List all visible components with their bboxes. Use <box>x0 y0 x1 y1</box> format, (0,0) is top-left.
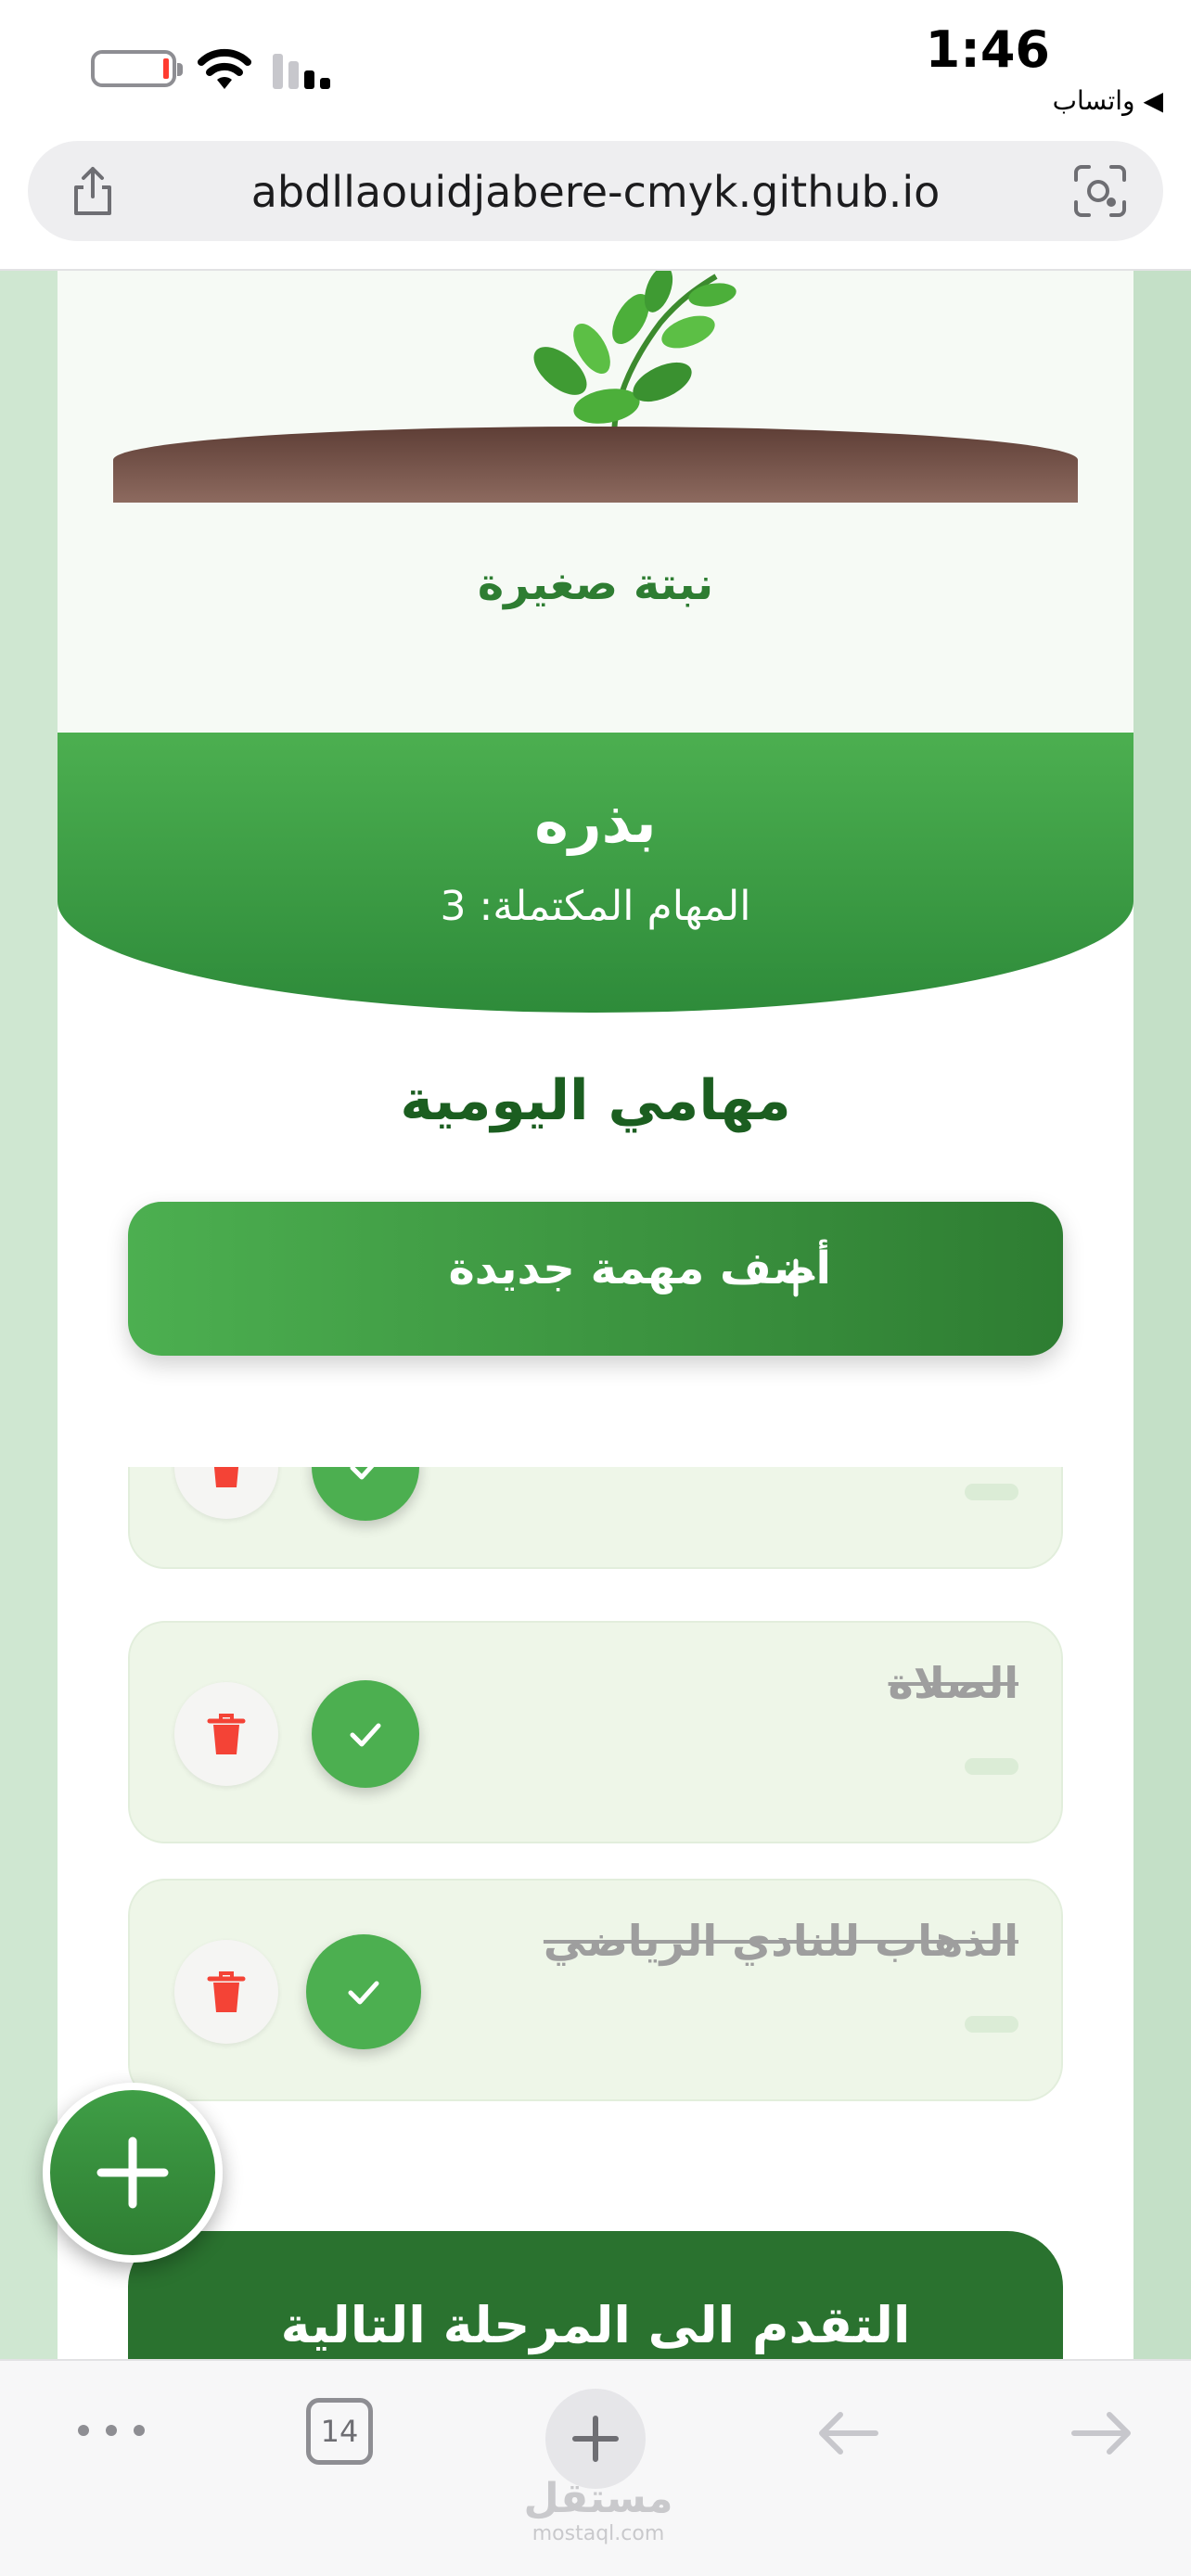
wifi-icon <box>198 48 251 89</box>
task-list: الصلاة الذهاب للنادي الرياضي <box>58 1467 1133 2359</box>
soil-image <box>113 427 1078 503</box>
watermark: مستقل mostaql.com <box>519 2476 677 2546</box>
plant-display: نبتة صغيرة <box>58 271 1133 734</box>
delete-task-button[interactable] <box>174 1467 278 1519</box>
back-to-app-link[interactable]: ◀ واتساب <box>1053 85 1163 116</box>
task-meta-pill <box>965 2016 1018 2033</box>
url-text[interactable]: abdllaouidjabere-cmyk.github.io <box>28 167 1163 217</box>
task-title: الصلاة <box>888 1658 1018 1708</box>
page-background-right <box>1132 271 1191 2359</box>
floating-add-button[interactable] <box>43 2083 223 2263</box>
back-arrow-icon[interactable] <box>814 2409 881 2457</box>
complete-task-button[interactable] <box>306 1934 421 2049</box>
web-content: نبتة صغيرة بذره المهام المكتملة: 3 مهامي… <box>0 271 1191 2359</box>
status-time: 1:46 <box>925 20 1050 79</box>
delete-task-button[interactable] <box>174 1940 278 2044</box>
complete-task-button[interactable] <box>312 1467 419 1521</box>
completed-count: المهام المكتملة: 3 <box>440 883 751 930</box>
trash-icon <box>207 1714 246 1754</box>
cellular-signal-icon <box>273 50 338 89</box>
task-item <box>128 1467 1063 1569</box>
visual-lookup-icon[interactable] <box>1070 163 1130 219</box>
check-icon <box>350 1723 381 1747</box>
complete-task-button[interactable] <box>312 1680 419 1788</box>
plant-stage-label: نبتة صغيرة <box>477 558 714 610</box>
battery-icon <box>91 50 183 87</box>
address-bar[interactable]: abdllaouidjabere-cmyk.github.io <box>28 141 1163 241</box>
new-tab-button[interactable] <box>545 2389 646 2489</box>
plus-icon <box>96 2136 169 2209</box>
tasks-heading: مهامي اليومية <box>400 1068 791 1133</box>
banner-title: بذره <box>534 788 657 856</box>
plant-image <box>533 271 736 433</box>
task-meta-pill <box>965 1758 1018 1775</box>
plus-icon <box>572 2416 619 2462</box>
watermark-arabic: مستقل <box>523 2475 673 2522</box>
plus-icon <box>776 1258 815 1297</box>
browser-toolbar: 14 مستقل mostaql.com <box>0 2359 1191 2576</box>
task-item: الذهاب للنادي الرياضي <box>128 1879 1063 2101</box>
watermark-latin: mostaql.com <box>531 2522 665 2545</box>
progress-banner: بذره المهام المكتملة: 3 <box>58 733 1133 1013</box>
check-icon <box>350 1467 375 1480</box>
task-item: الصلاة <box>128 1621 1063 1843</box>
app-container: نبتة صغيرة بذره المهام المكتملة: 3 مهامي… <box>58 271 1133 2359</box>
status-bar: 1:46 ◀ واتساب <box>0 0 1191 139</box>
task-title: الذهاب للنادي الرياضي <box>543 1916 1018 1966</box>
check-icon <box>348 1981 379 2005</box>
next-stage-label: التقدم الى المرحلة التالية <box>280 2296 911 2354</box>
trash-icon <box>213 1467 239 1487</box>
next-stage-button[interactable]: التقدم الى المرحلة التالية <box>128 2231 1063 2359</box>
task-meta-pill <box>965 1484 1018 1500</box>
delete-task-button[interactable] <box>174 1682 278 1786</box>
more-icon[interactable] <box>74 2417 148 2444</box>
trash-icon <box>207 1971 246 2012</box>
add-task-button[interactable]: أضف مهمة جديدة <box>128 1202 1063 1356</box>
forward-arrow-icon[interactable] <box>1069 2409 1135 2457</box>
tabs-button[interactable]: 14 <box>306 2398 373 2465</box>
